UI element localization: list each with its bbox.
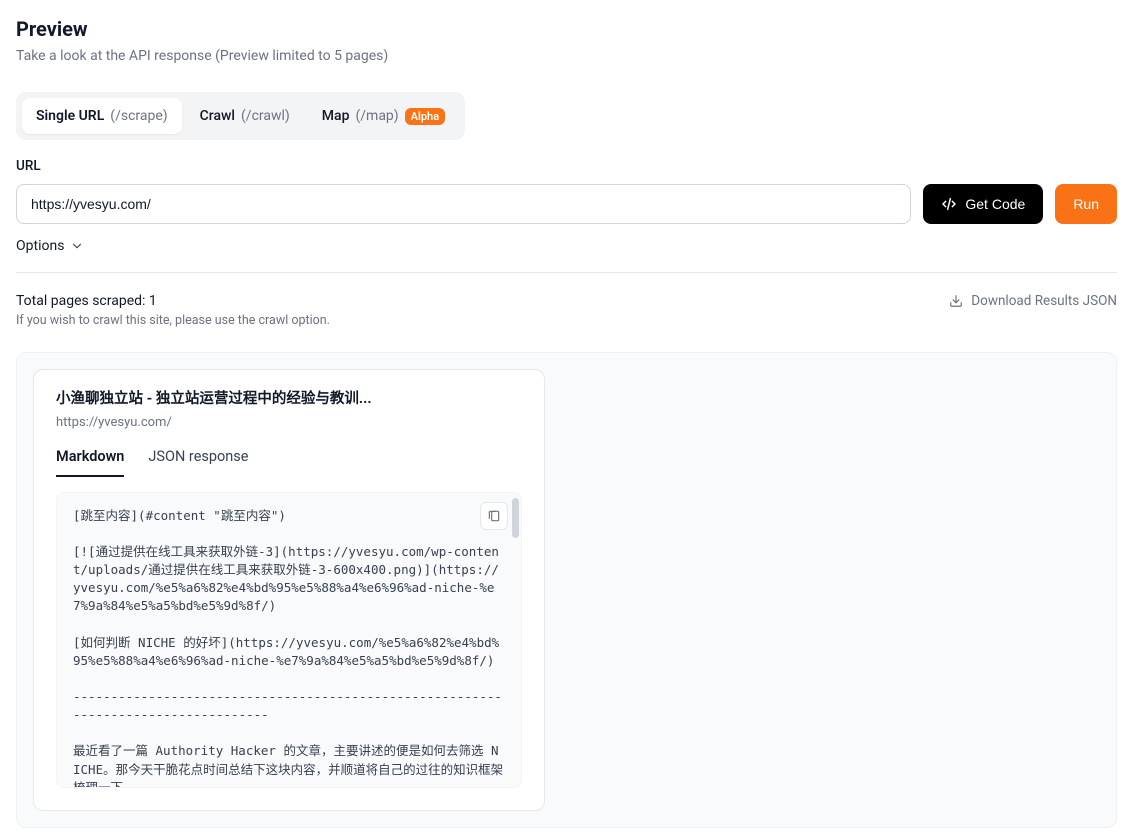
markdown-output[interactable]: [跳至内容](#content "跳至内容") [![通过提供在线工具来获取外链… [56,492,522,788]
chevron-down-icon [70,239,84,253]
tab-markdown[interactable]: Markdown [56,448,124,477]
tab-map[interactable]: Map (/map) Alpha [308,98,459,134]
tab-single-url[interactable]: Single URL (/scrape) [22,98,182,134]
tab-api-path: (/crawl) [241,108,290,124]
result-url: https://yvesyu.com/ [56,415,522,430]
url-label: URL [16,158,1117,174]
download-icon [949,294,963,308]
tab-json-response[interactable]: JSON response [148,448,248,477]
divider [16,272,1117,273]
run-button[interactable]: Run [1055,184,1117,224]
download-label: Download Results JSON [971,293,1117,309]
tab-label: Single URL [36,108,104,124]
code-icon [941,196,957,212]
result-title: 小渔聊独立站 - 独立站运营过程中的经验与教训... [56,390,522,409]
mode-tabs: Single URL (/scrape) Crawl (/crawl) Map … [16,92,465,140]
results-area: 小渔聊独立站 - 独立站运营过程中的经验与教训... https://yvesy… [16,352,1117,828]
run-label: Run [1073,196,1099,212]
page-title: Preview [16,16,1117,42]
alpha-badge: Alpha [405,108,445,125]
page-subtitle: Take a look at the API response (Preview… [16,48,1117,64]
copy-button[interactable] [480,502,508,530]
options-toggle[interactable]: Options [16,238,84,254]
tab-label: Map [322,108,350,124]
tab-crawl[interactable]: Crawl (/crawl) [186,98,304,134]
clipboard-icon [487,509,501,523]
tab-api-path: (/map) [355,108,398,124]
scrollbar[interactable] [512,498,519,538]
tab-label: Crawl [200,108,235,124]
options-label: Options [16,238,64,254]
get-code-label: Get Code [965,196,1025,212]
result-tabs: Markdown JSON response [56,448,522,478]
get-code-button[interactable]: Get Code [923,184,1043,224]
scraped-count: Total pages scraped: 1 [16,293,330,309]
crawl-hint: If you wish to crawl this site, please u… [16,313,330,328]
tab-api-path: (/scrape) [110,108,167,124]
url-input[interactable] [16,184,911,224]
result-card: 小渔聊独立站 - 独立站运营过程中的经验与教训... https://yvesy… [33,369,545,811]
download-results-button[interactable]: Download Results JSON [949,293,1117,309]
